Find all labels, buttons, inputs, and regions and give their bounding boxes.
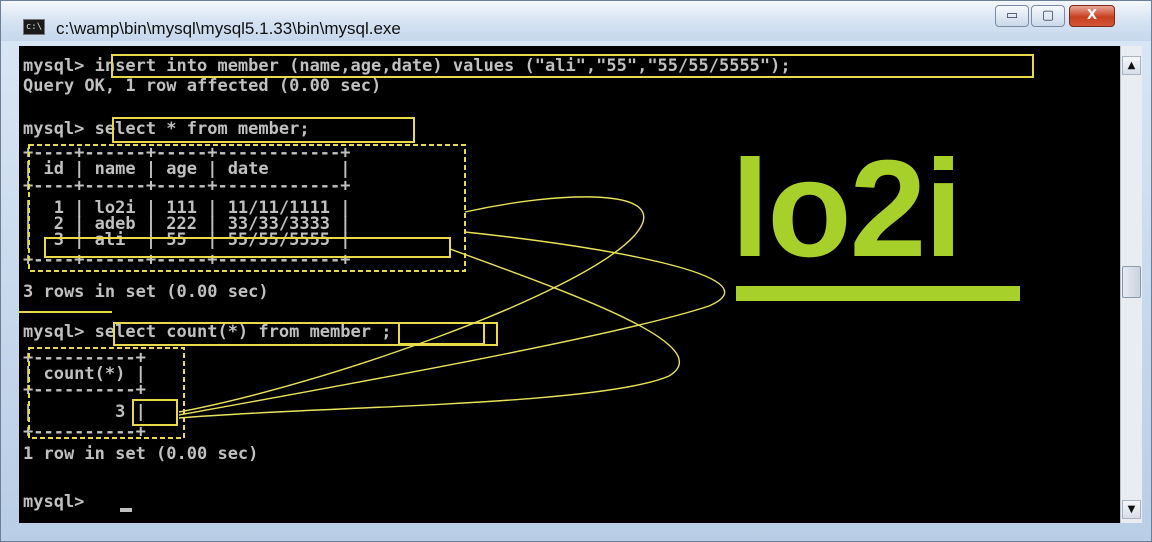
count-value-highlight [132,399,178,426]
close-button[interactable]: X [1069,5,1115,27]
scrollbar-thumb[interactable] [1122,266,1141,298]
console-window: c:\ c:\wamp\bin\mysql\mysql5.1.33\bin\my… [0,0,1152,542]
count-query-highlight [113,322,498,346]
scroll-up-arrow-icon[interactable]: ▲ [1122,56,1141,75]
annotation-overlay [19,54,1034,439]
row-ali-highlight [44,237,451,258]
select-statement-highlight [112,117,415,143]
title-bar[interactable]: c:\ c:\wamp\bin\mysql\mysql5.1.33\bin\my… [1,1,1151,41]
table-name-highlight [398,322,485,345]
console-app-icon[interactable]: c:\ [23,19,45,35]
scroll-down-arrow-icon[interactable]: ▼ [1122,500,1141,519]
minimize-button[interactable]: ▭ [995,5,1029,27]
vertical-scrollbar[interactable]: ▲ ▼ [1120,46,1142,523]
window-title: c:\wamp\bin\mysql\mysql5.1.33\bin\mysql.… [56,19,401,38]
maximize-button[interactable]: ▢ [1031,5,1065,27]
console-output-area[interactable]: mysql> insert into member (name,age,date… [19,46,1120,523]
insert-statement-highlight [111,54,1034,78]
result-table-highlight [28,144,466,272]
